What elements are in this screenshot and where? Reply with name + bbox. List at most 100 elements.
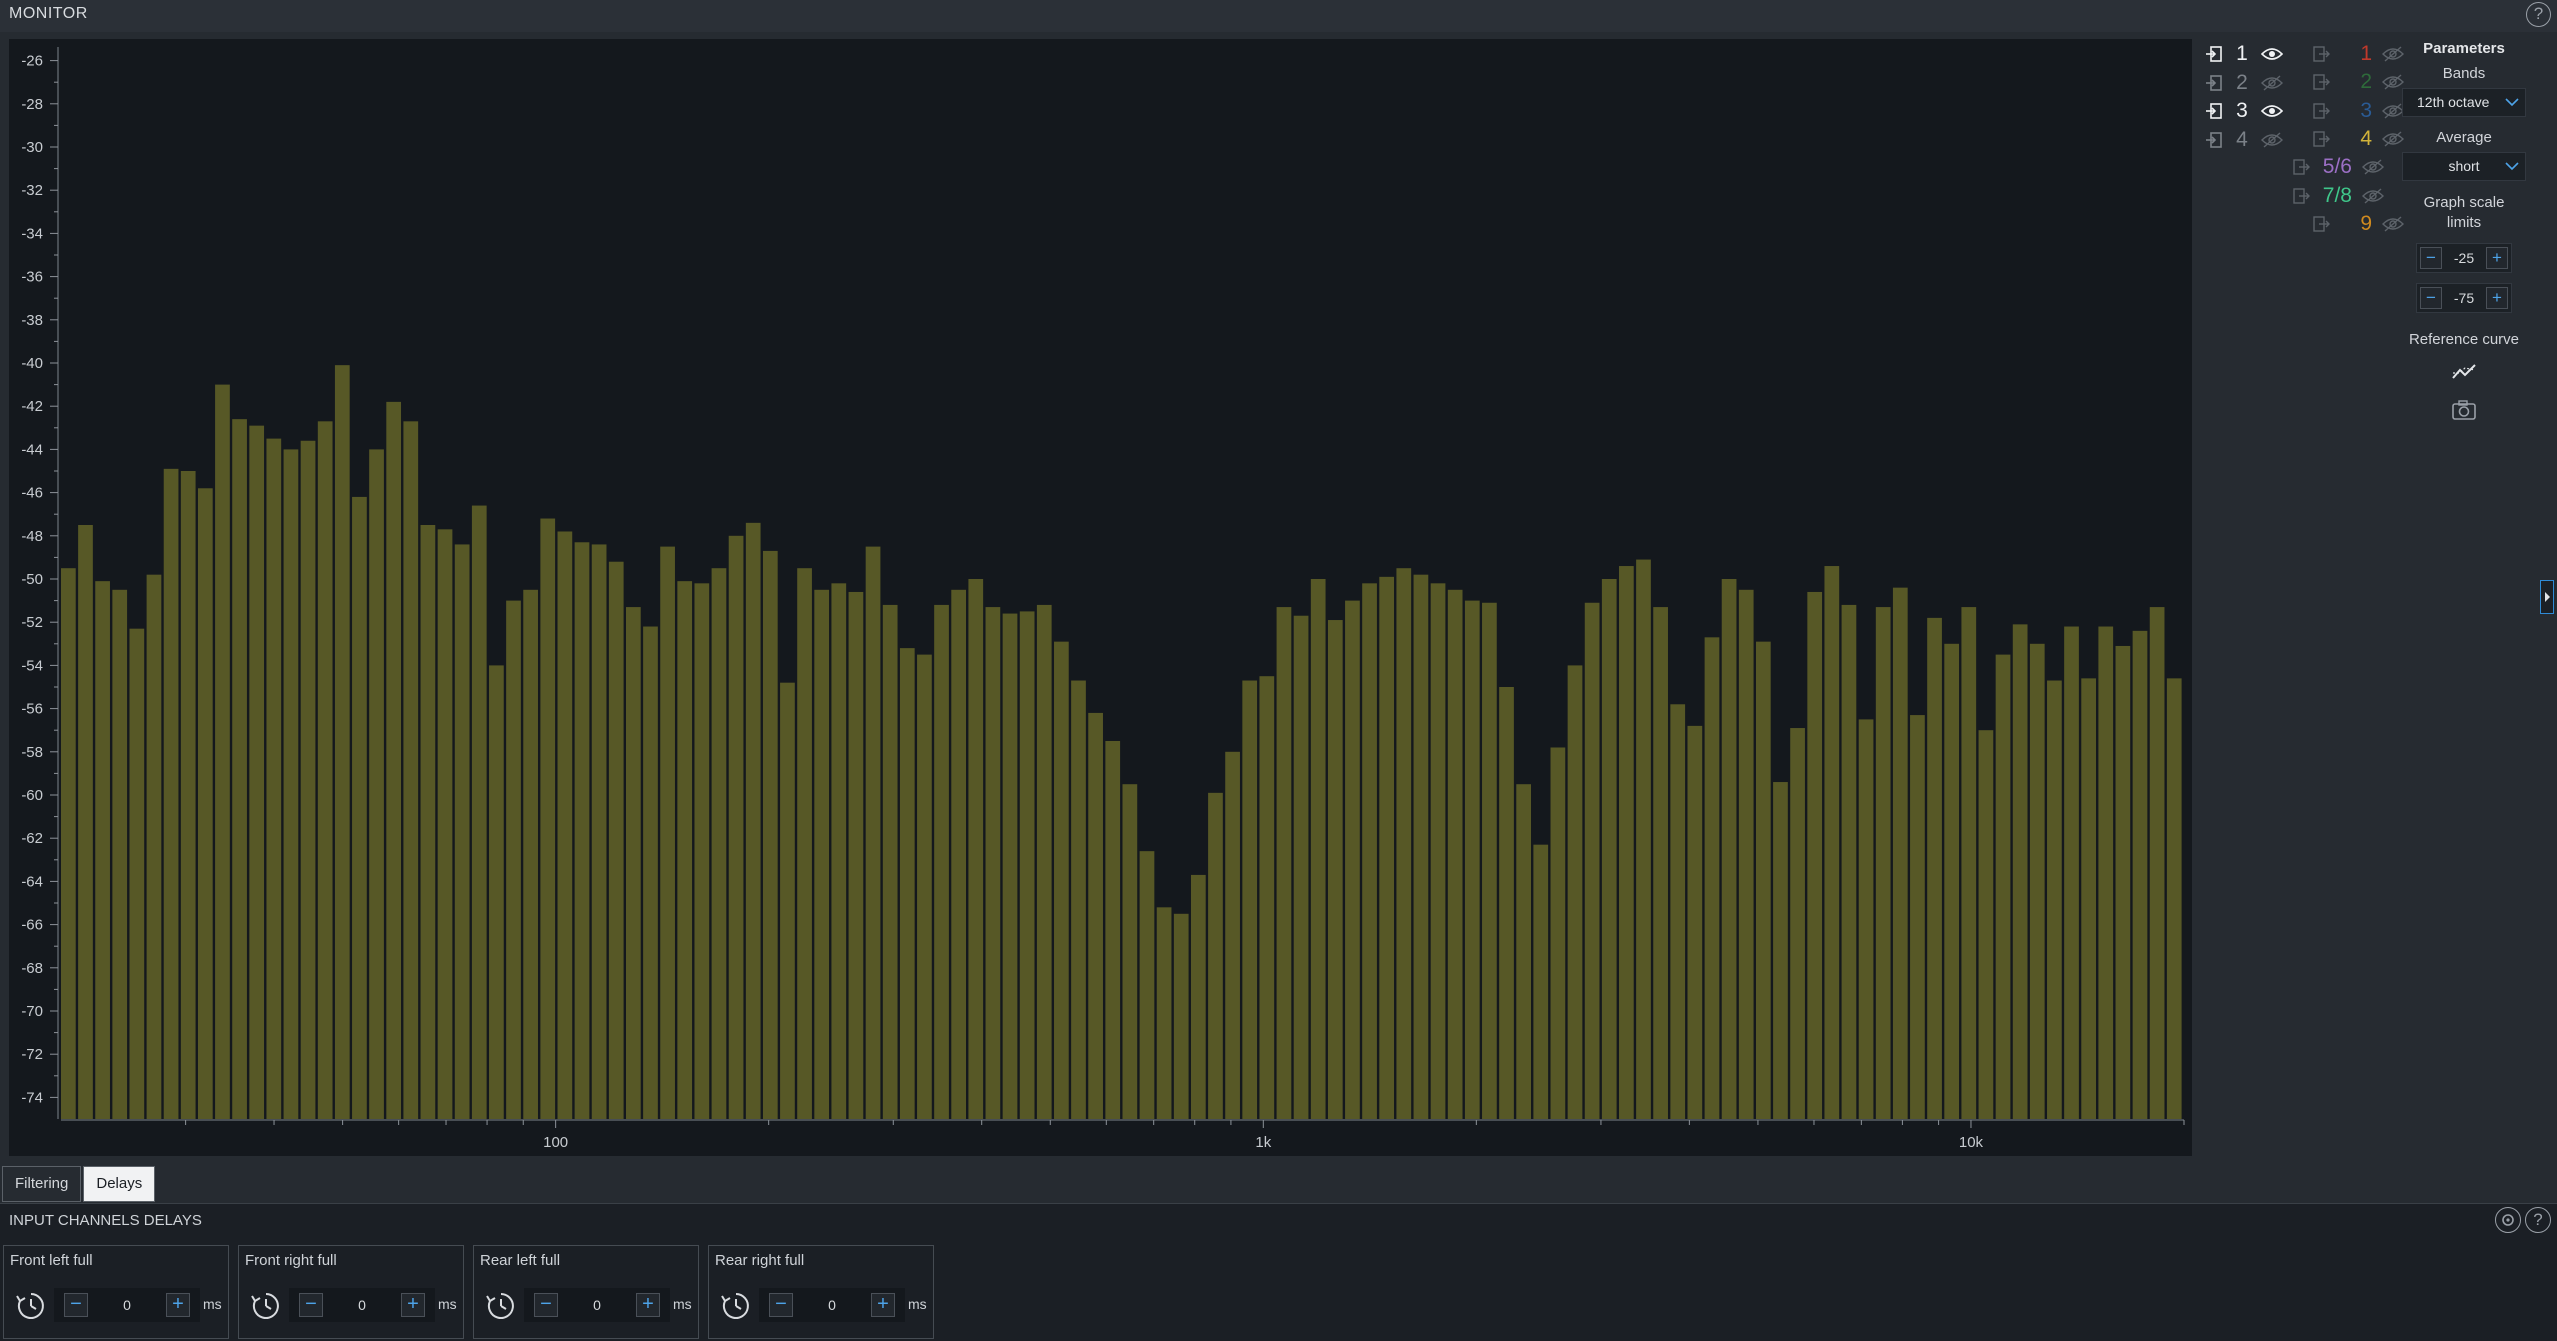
output-icon <box>2313 46 2330 62</box>
output-channel-7-8[interactable]: 7/8 <box>2292 182 2384 210</box>
camera-icon[interactable] <box>2449 396 2479 424</box>
spectrum-bar <box>1447 589 1463 1119</box>
delay-value[interactable]: 0 <box>358 1297 366 1313</box>
increment-button[interactable]: + <box>2485 247 2508 269</box>
delay-unit: ms <box>908 1296 927 1312</box>
spectrum-bar <box>1396 568 1412 1119</box>
bands-dropdown[interactable]: 12th octave <box>2402 88 2526 117</box>
delay-value[interactable]: 0 <box>123 1297 131 1313</box>
decrement-button[interactable]: − <box>534 1293 558 1317</box>
spectrum-bar <box>574 542 590 1119</box>
decrement-button[interactable]: − <box>2420 287 2442 309</box>
output-channel-1[interactable]: 1 <box>2312 40 2404 68</box>
input-channel-3[interactable]: 3 <box>2205 97 2283 125</box>
output-channel-4[interactable]: 4 <box>2312 125 2404 153</box>
spectrum-bar <box>1071 680 1086 1119</box>
increment-button[interactable]: + <box>165 1293 190 1317</box>
decrement-button[interactable]: − <box>64 1293 88 1317</box>
spectrum-bar <box>2149 607 2165 1119</box>
output-icon <box>2293 159 2310 175</box>
delay-stepper[interactable]: − 0 + <box>54 1288 200 1322</box>
spectrum-bar <box>1516 784 1532 1119</box>
y-tick-label: -52 <box>21 614 43 631</box>
output-channel-number: 3 <box>2360 98 2372 122</box>
output-channel-3[interactable]: 3 <box>2312 97 2404 125</box>
y-tick-label: -34 <box>21 225 43 242</box>
output-channel-9[interactable]: 9 <box>2312 210 2404 238</box>
spectrum-bar <box>968 579 984 1119</box>
decrement-button[interactable]: − <box>769 1293 793 1317</box>
spectrum-bar <box>1036 604 1052 1119</box>
input-channel-4[interactable]: 4 <box>2205 126 2283 154</box>
y-tick-label: -32 <box>21 182 43 199</box>
help-icon[interactable]: ? <box>2525 1207 2551 1233</box>
panel-collapse-handle[interactable] <box>2540 580 2554 614</box>
delay-stepper[interactable]: − 0 + <box>759 1288 905 1322</box>
decrement-button[interactable]: − <box>2420 247 2442 269</box>
spectrum-bar <box>1978 730 1994 1119</box>
output-channel-2[interactable]: 2 <box>2312 68 2404 96</box>
spectrum-bar <box>1567 665 1583 1119</box>
spectrum-bar <box>1601 579 1617 1119</box>
delay-unit: ms <box>203 1296 222 1312</box>
increment-button[interactable]: + <box>2485 287 2508 309</box>
delay-stepper[interactable]: − 0 + <box>289 1288 435 1322</box>
reset-icon[interactable] <box>2495 1207 2521 1233</box>
y-tick-label: -44 <box>21 441 43 458</box>
spectrum-bar <box>2081 678 2096 1119</box>
tab-filtering[interactable]: Filtering <box>2 1166 82 1202</box>
spectrum-bar <box>369 449 384 1119</box>
spectrum-bar <box>1122 784 1138 1119</box>
spectrum-bar <box>1892 587 1908 1119</box>
y-tick-label: -58 <box>21 744 43 761</box>
tab-delays[interactable]: Delays <box>83 1166 156 1202</box>
increment-button[interactable]: + <box>400 1293 425 1317</box>
average-dropdown[interactable]: short <box>2402 152 2526 181</box>
clock-icon[interactable] <box>249 1290 283 1322</box>
input-channel-1[interactable]: 1 <box>2205 40 2283 68</box>
spectrum-bar <box>1208 792 1223 1119</box>
input-channel-number: 1 <box>2236 42 2248 65</box>
spectrum-bar <box>1533 844 1549 1119</box>
delay-stepper[interactable]: − 0 + <box>524 1288 670 1322</box>
spectrum-bar <box>1755 641 1771 1119</box>
increment-button[interactable]: + <box>635 1293 660 1317</box>
clock-icon[interactable] <box>719 1290 753 1322</box>
spectrum-bar <box>266 438 282 1120</box>
spectrum-bar <box>951 589 967 1119</box>
eye-off-icon[interactable] <box>2362 159 2384 175</box>
spectrum-bar <box>1413 574 1429 1119</box>
spectrum-bar <box>180 471 196 1119</box>
reference-curve-label: Reference curve <box>2408 331 2520 348</box>
spectrum-bar <box>471 505 487 1119</box>
eye-off-icon[interactable] <box>2362 187 2384 204</box>
section-actions: ? <box>2495 1207 2551 1233</box>
y-tick-label: -62 <box>21 830 43 847</box>
clock-icon[interactable] <box>484 1290 518 1322</box>
spectrum-bar <box>215 384 230 1120</box>
scale-min-value[interactable]: -75 <box>2454 290 2474 306</box>
spectrum-bar <box>112 589 128 1119</box>
scale-max-value[interactable]: -25 <box>2454 250 2474 266</box>
input-channel-2[interactable]: 2 <box>2205 69 2283 97</box>
eye-icon[interactable] <box>2261 103 2283 119</box>
scale-min-stepper[interactable]: − -75 + <box>2416 283 2512 313</box>
help-icon[interactable]: ? <box>2526 2 2551 27</box>
input-icon <box>2206 131 2222 148</box>
delay-value[interactable]: 0 <box>828 1297 836 1313</box>
bands-label: Bands <box>2442 65 2486 82</box>
spectrum-bar <box>1190 874 1206 1119</box>
spectrum-bar <box>608 561 624 1119</box>
eye-off-icon[interactable] <box>2261 131 2283 148</box>
eye-icon[interactable] <box>2261 46 2283 62</box>
scale-max-stepper[interactable]: − -25 + <box>2416 243 2512 273</box>
spectrum-bar <box>728 535 744 1119</box>
eye-off-icon[interactable] <box>2261 74 2283 91</box>
delay-value[interactable]: 0 <box>593 1297 601 1313</box>
clock-icon[interactable] <box>14 1290 48 1322</box>
y-tick-label: -30 <box>21 139 43 156</box>
decrement-button[interactable]: − <box>299 1293 323 1317</box>
output-channel-5-6[interactable]: 5/6 <box>2292 153 2384 181</box>
increment-button[interactable]: + <box>870 1293 895 1317</box>
reference-curve-icon[interactable] <box>2449 358 2479 386</box>
